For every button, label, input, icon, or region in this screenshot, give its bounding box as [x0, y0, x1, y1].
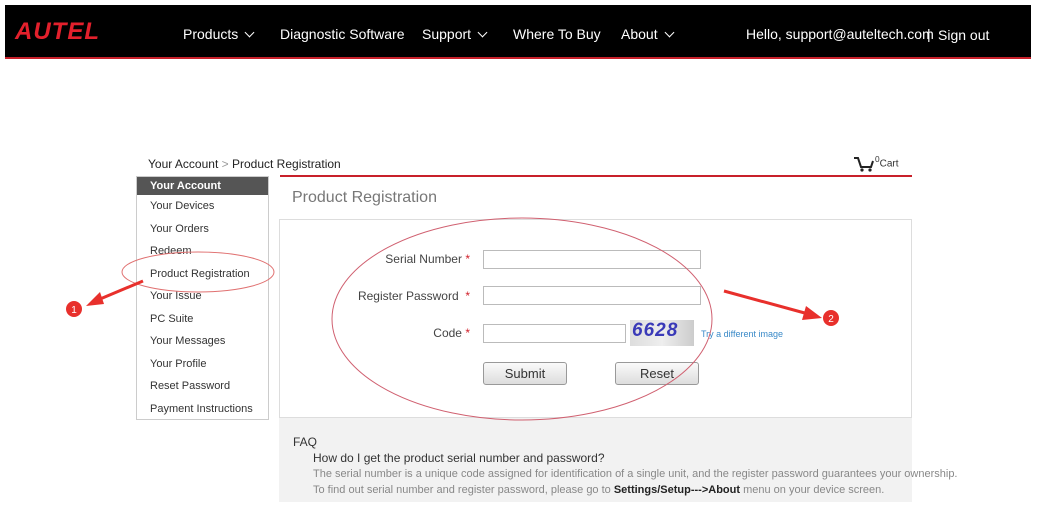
arrow-1-head: [86, 292, 104, 306]
arrow-2: [723, 289, 813, 317]
marker-2-label: 2: [828, 314, 834, 325]
highlight-ellipse-sidebar: [121, 251, 275, 293]
annotation-overlay: 1 2: [66, 217, 839, 421]
highlight-ellipse-form: [331, 217, 713, 421]
marker-1-label: 1: [71, 305, 77, 316]
arrow-2-head: [802, 306, 822, 320]
